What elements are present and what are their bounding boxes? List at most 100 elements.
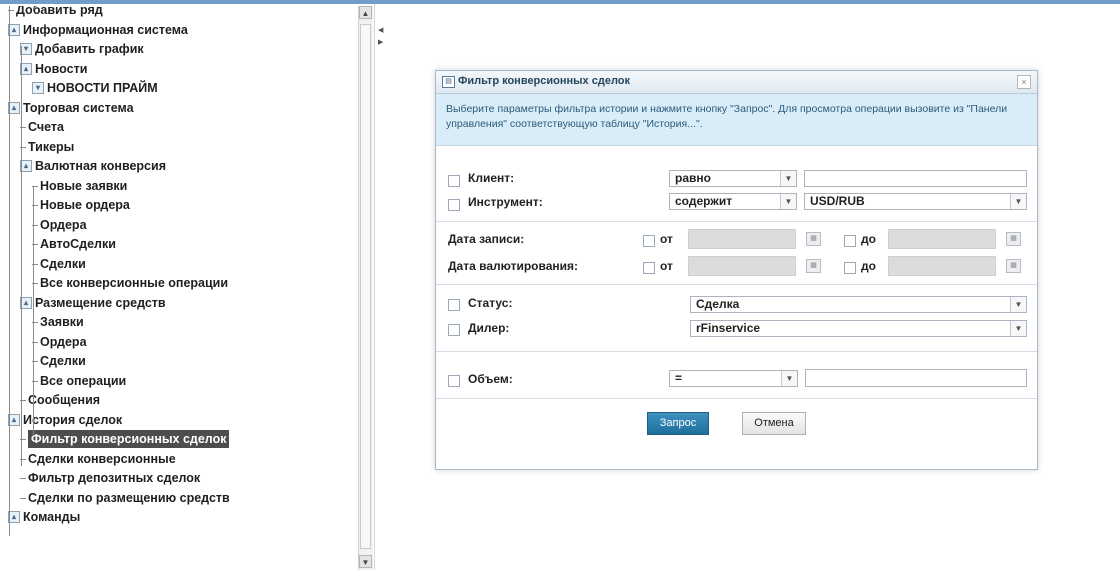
record-date-from-input[interactable] bbox=[688, 229, 796, 249]
tree-item-label: Добавить ряд bbox=[16, 6, 103, 17]
dealer-checkbox[interactable] bbox=[448, 324, 460, 336]
divider bbox=[436, 284, 1037, 285]
tree-item-label: Заявки bbox=[40, 315, 84, 329]
tree-item-label: Все конверсионные операции bbox=[40, 276, 229, 290]
status-select[interactable]: Сделка ▼ bbox=[690, 296, 1027, 313]
tree-item-label: Новости bbox=[35, 61, 88, 76]
tree-item-label: История сделок bbox=[23, 412, 123, 427]
divider bbox=[436, 398, 1037, 399]
tree-item-label: Фильтр депозитных сделок bbox=[28, 471, 201, 485]
tree-item-label: Сделки bbox=[40, 354, 86, 368]
record-date-to-input[interactable] bbox=[888, 229, 996, 249]
value-date-label: Дата валютирования: bbox=[448, 259, 579, 273]
tree-guide-line bbox=[9, 6, 10, 536]
scroll-down-button[interactable]: ▼ bbox=[359, 555, 372, 568]
tree-item-label: Валютная конверсия bbox=[35, 159, 166, 173]
client-operator-value: равно bbox=[675, 171, 711, 185]
info-banner: Выберите параметры фильтра истории и наж… bbox=[436, 94, 1037, 146]
tree-item-label: Торговая система bbox=[23, 100, 134, 115]
close-icon[interactable]: × bbox=[1017, 75, 1031, 89]
record-date-from-label: от bbox=[660, 232, 673, 246]
expand-icon[interactable]: ▾ bbox=[32, 82, 44, 94]
instrument-label: Инструмент: bbox=[468, 195, 543, 209]
scroll-up-button[interactable]: ▲ bbox=[359, 6, 372, 19]
tree-item-label: Фильтр конверсионных сделок bbox=[28, 430, 230, 448]
tree-guide-line bbox=[33, 336, 34, 426]
volume-label: Объем: bbox=[468, 372, 513, 386]
tree-item-label: Новые заявки bbox=[40, 178, 128, 193]
chevron-down-icon[interactable]: ▼ bbox=[1010, 194, 1026, 209]
tree-item-label: Сообщения bbox=[28, 393, 101, 407]
calendar-icon[interactable]: ▦ bbox=[806, 259, 821, 273]
calendar-icon[interactable]: ▦ bbox=[1006, 232, 1021, 246]
client-operator-select[interactable]: равно ▼ bbox=[669, 170, 797, 187]
tree-item-label: Добавить график bbox=[35, 42, 144, 56]
instrument-operator-select[interactable]: содержит ▼ bbox=[669, 193, 797, 210]
status-label: Статус: bbox=[468, 296, 513, 310]
tree-guide-line bbox=[21, 46, 22, 466]
tree-connector bbox=[20, 497, 26, 499]
request-button[interactable]: Запрос bbox=[647, 412, 709, 435]
tree-scrollbar[interactable]: ▲ ▼ bbox=[358, 6, 373, 570]
chevron-down-icon[interactable]: ▼ bbox=[780, 171, 796, 186]
tree-item-label: Счета bbox=[28, 120, 64, 134]
tree-item-label: Ордера bbox=[40, 334, 87, 349]
dialog-title: Фильтр конверсионных сделок bbox=[458, 75, 631, 87]
divider bbox=[436, 221, 1037, 222]
tree-item-label: Размещение средств bbox=[35, 295, 166, 310]
tree-item-label: Тикеры bbox=[28, 139, 75, 154]
chevron-down-icon[interactable]: ▼ bbox=[1010, 297, 1026, 312]
dealer-label: Дилер: bbox=[468, 321, 510, 335]
tree-item-label: НОВОСТИ ПРАЙМ bbox=[47, 81, 158, 95]
volume-input[interactable] bbox=[805, 369, 1027, 387]
client-checkbox[interactable] bbox=[448, 175, 460, 187]
record-date-to-checkbox[interactable] bbox=[844, 235, 856, 247]
scroll-thumb[interactable] bbox=[360, 24, 371, 549]
chevron-down-icon[interactable]: ▼ bbox=[1010, 321, 1026, 336]
value-date-from-checkbox[interactable] bbox=[643, 262, 655, 274]
value-date-to-checkbox[interactable] bbox=[844, 262, 856, 274]
client-input[interactable] bbox=[804, 170, 1027, 187]
client-label: Клиент: bbox=[468, 171, 515, 185]
instrument-value: USD/RUB bbox=[810, 194, 865, 208]
instrument-checkbox[interactable] bbox=[448, 199, 460, 211]
tree-item-label: АвтоСделки bbox=[40, 237, 116, 251]
value-date-to-input[interactable] bbox=[888, 256, 996, 276]
volume-checkbox[interactable] bbox=[448, 375, 460, 387]
cancel-button[interactable]: Отмена bbox=[742, 412, 806, 435]
info-text: Выберите параметры фильтра истории и наж… bbox=[446, 103, 1008, 130]
tree-item-label: Команды bbox=[23, 510, 81, 524]
tree-item-label: Ордера bbox=[40, 217, 87, 232]
record-date-label: Дата записи: bbox=[448, 232, 525, 246]
window-icon: ▤ bbox=[442, 76, 455, 88]
tree-item-label: Информационная система bbox=[23, 22, 188, 37]
volume-operator-select[interactable]: = ▼ bbox=[669, 370, 798, 387]
divider bbox=[436, 351, 1037, 352]
value-date-from-label: от bbox=[660, 259, 673, 273]
dealer-value: rFinservice bbox=[696, 321, 761, 335]
calendar-icon[interactable]: ▦ bbox=[806, 232, 821, 246]
filter-dialog: ▤ Фильтр конверсионных сделок × Выберите… bbox=[435, 70, 1038, 470]
dialog-titlebar[interactable]: ▤ Фильтр конверсионных сделок × bbox=[436, 71, 1037, 94]
tree-item-label: Сделки по размещению средств bbox=[28, 490, 230, 505]
calendar-icon[interactable]: ▦ bbox=[1006, 259, 1021, 273]
chevron-down-icon[interactable]: ▼ bbox=[781, 371, 797, 386]
status-value: Сделка bbox=[696, 297, 740, 311]
tree-item-label: Сделки bbox=[40, 256, 86, 271]
volume-operator-value: = bbox=[675, 371, 683, 385]
tree-item-label: Новые ордера bbox=[40, 198, 130, 212]
status-checkbox[interactable] bbox=[448, 299, 460, 311]
record-date-from-checkbox[interactable] bbox=[643, 235, 655, 247]
navigation-tree: Добавить ряд ▴ Информационная система ▾ Доба… bbox=[4, 6, 356, 570]
collapse-right-icon[interactable]: ▶ bbox=[378, 38, 383, 46]
dealer-select[interactable]: rFinservice ▼ bbox=[690, 320, 1027, 337]
instrument-value-select[interactable]: USD/RUB ▼ bbox=[804, 193, 1027, 210]
tree-connector bbox=[20, 478, 26, 479]
tree-item-label: Все операции bbox=[40, 373, 127, 388]
chevron-down-icon[interactable]: ▼ bbox=[780, 194, 796, 209]
tree-item-label: Сделки конверсионные bbox=[28, 451, 176, 466]
instrument-operator-value: содержит bbox=[675, 194, 733, 208]
value-date-from-input[interactable] bbox=[688, 256, 796, 276]
collapse-left-icon[interactable]: ◀ bbox=[378, 26, 383, 34]
value-date-to-label: до bbox=[861, 259, 876, 273]
